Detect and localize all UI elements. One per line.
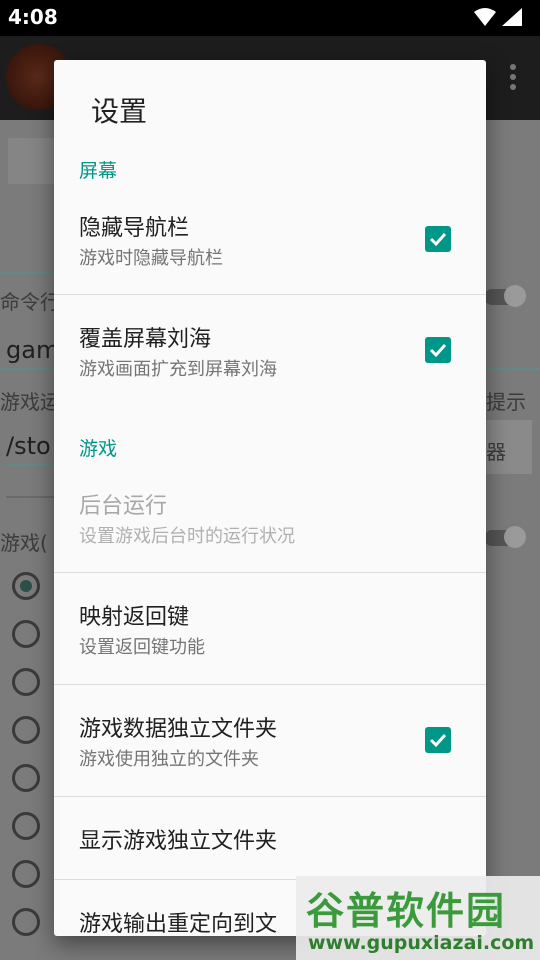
- signal-icon: [502, 8, 522, 26]
- background-radio: [12, 860, 40, 888]
- pref-title: 覆盖屏幕刘海: [79, 327, 212, 352]
- settings-dialog: 设置 屏幕 隐藏导航栏 游戏时隐藏导航栏 覆盖屏幕刘海 游戏画面扩充到屏幕刘海 …: [54, 60, 486, 936]
- check-icon: [429, 343, 447, 358]
- background-radio: [12, 572, 40, 600]
- separate-data-folder-checkbox[interactable]: [425, 727, 451, 753]
- pref-summary: 游戏使用独立的文件夹: [79, 749, 259, 770]
- pref-summary: 游戏画面扩充到屏幕刘海: [79, 359, 277, 380]
- pref-title: 游戏数据独立文件夹: [79, 717, 278, 742]
- background-toggle-2: [484, 526, 526, 548]
- background-label-command: 命令行: [0, 290, 60, 314]
- background-toggle: [484, 285, 526, 307]
- pref-separate-data-folder[interactable]: 游戏数据独立文件夹 游戏使用独立的文件夹: [54, 685, 486, 796]
- pref-summary: 设置返回键功能: [79, 637, 205, 658]
- wifi-icon: [474, 8, 496, 26]
- watermark-logo: 谷普软件园: [306, 889, 507, 933]
- background-label-hint: 提示: [486, 390, 526, 414]
- check-icon: [429, 232, 447, 247]
- background-divider: [0, 272, 60, 274]
- category-game: 游戏: [79, 438, 118, 460]
- cover-notch-checkbox[interactable]: [425, 337, 451, 363]
- watermark: 谷普软件园 www.gupuxiazai.com: [296, 876, 540, 960]
- background-path-value: /sto: [6, 432, 51, 460]
- check-icon: [429, 733, 447, 748]
- pref-title: 后台运行: [79, 494, 168, 519]
- pref-title: 映射返回键: [79, 605, 190, 630]
- pref-title: 隐藏导航栏: [79, 216, 190, 241]
- pref-hide-nav-bar[interactable]: 隐藏导航栏 游戏时隐藏导航栏: [54, 188, 486, 294]
- background-radio: [12, 668, 40, 696]
- pref-summary: 游戏时隐藏导航栏: [79, 248, 223, 269]
- hide-nav-bar-checkbox[interactable]: [425, 226, 451, 252]
- background-radio: [12, 716, 40, 744]
- pref-summary: 设置游戏后台时的运行状况: [79, 526, 295, 547]
- background-button-text: 器: [486, 440, 506, 464]
- category-screen: 屏幕: [79, 160, 118, 182]
- background-label-game: 游戏(: [0, 531, 48, 555]
- background-radio: [12, 764, 40, 792]
- background-input-value: gam: [6, 336, 60, 364]
- pref-show-data-folder[interactable]: 显示游戏独立文件夹: [54, 797, 486, 879]
- background-radio: [12, 620, 40, 648]
- watermark-url: www.gupuxiazai.com: [308, 932, 535, 954]
- background-label-run: 游戏运: [0, 390, 60, 414]
- pref-title: 显示游戏独立文件夹: [79, 829, 278, 854]
- background-radio: [12, 812, 40, 840]
- status-bar: 4:08: [0, 0, 540, 36]
- dialog-title: 设置: [91, 95, 148, 128]
- pref-cover-notch[interactable]: 覆盖屏幕刘海 游戏画面扩充到屏幕刘海: [54, 295, 486, 406]
- pref-title: 游戏输出重定向到文: [79, 912, 278, 936]
- overflow-menu-icon[interactable]: [510, 64, 516, 94]
- pref-map-back-key[interactable]: 映射返回键 设置返回键功能: [54, 573, 486, 684]
- status-time: 4:08: [8, 5, 58, 29]
- pref-background-run[interactable]: 后台运行 设置游戏后台时的运行状况: [54, 466, 486, 572]
- background-radio: [12, 908, 40, 936]
